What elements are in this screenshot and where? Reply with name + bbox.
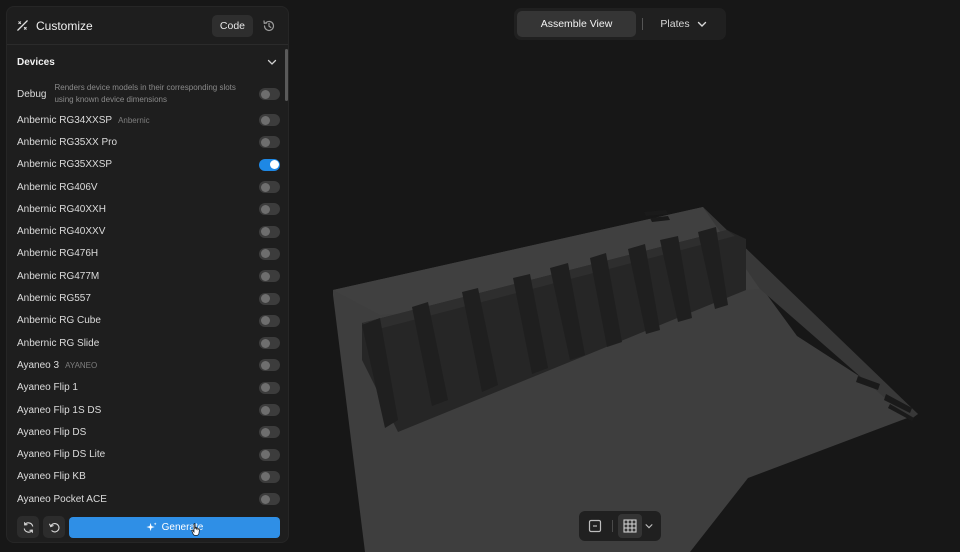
- grid-toggle-button[interactable]: [618, 514, 642, 538]
- device-row: Ayaneo Flip 1S DS: [7, 399, 288, 421]
- debug-row: Debug Renders device models in their cor…: [7, 79, 288, 109]
- chevron-down-icon: [697, 21, 706, 27]
- device-row: Anbernic RG34XXSP Anbernic: [7, 109, 288, 131]
- device-toggle[interactable]: [259, 448, 280, 461]
- device-label: Ayaneo 3: [17, 359, 60, 371]
- section-title: Devices: [17, 56, 55, 68]
- device-row: Ayaneo Flip KB: [7, 466, 288, 488]
- device-toggle[interactable]: [259, 136, 280, 149]
- device-list-scroll[interactable]: Devices Debug Renders device models in t…: [7, 45, 288, 510]
- chevron-down-icon: [267, 59, 277, 65]
- code-button[interactable]: Code: [211, 14, 253, 37]
- device-label: Ayaneo Flip 1: [17, 382, 78, 394]
- device-label: Anbernic RG Cube: [17, 315, 101, 327]
- debug-toggle[interactable]: [259, 88, 280, 100]
- device-row: Anbernic RG Cube: [7, 310, 288, 332]
- device-row: Anbernic RG477M: [7, 265, 288, 287]
- device-toggle[interactable]: [259, 203, 280, 216]
- assemble-view-tab[interactable]: Assemble View: [517, 11, 636, 37]
- scrollbar-thumb[interactable]: [285, 49, 288, 101]
- debug-description: Renders device models in their correspon…: [54, 83, 236, 104]
- sparkle-icon: [146, 521, 157, 531]
- device-row: Ayaneo Pocket ACE: [7, 488, 288, 510]
- panel-header: Customize Code: [7, 7, 288, 45]
- device-toggle[interactable]: [259, 404, 280, 416]
- device-label: Anbernic RG406V: [17, 181, 98, 193]
- device-row: Ayaneo 3 AYANEO: [7, 354, 288, 376]
- device-toggle[interactable]: [259, 359, 280, 372]
- refresh-button[interactable]: [17, 516, 39, 538]
- device-toggle[interactable]: [259, 426, 280, 439]
- hand-cursor-icon: [191, 522, 200, 536]
- refresh-icon: [23, 521, 33, 533]
- device-row: Anbernic RG35XXSP: [7, 154, 288, 176]
- device-toggle[interactable]: [259, 381, 280, 394]
- fit-view-button[interactable]: [583, 514, 607, 538]
- device-label: Anbernic RG35XX Pro: [17, 136, 118, 148]
- device-toggle[interactable]: [259, 225, 280, 238]
- device-label: Anbernic RG557: [17, 293, 91, 305]
- device-row: Anbernic RG406V: [7, 176, 288, 198]
- device-toggle[interactable]: [259, 314, 280, 327]
- device-label: Ayaneo Flip 1S DS: [17, 404, 102, 416]
- device-row: Anbernic RG557: [7, 287, 288, 309]
- device-label: Anbernic RG34XXSP: [17, 114, 113, 126]
- device-row: Ayaneo Flip DS Lite: [7, 443, 288, 465]
- reset-icon: [48, 522, 60, 532]
- device-label: Ayaneo Flip KB: [17, 471, 86, 483]
- device-brand: Anbernic: [118, 115, 150, 125]
- history-icon: [263, 19, 275, 31]
- device-brand: AYANEO: [65, 360, 98, 370]
- customize-panel: Customize Code Devices Debug Renders dev…: [6, 6, 289, 543]
- device-toggle[interactable]: [259, 470, 280, 483]
- device-label: Anbernic RG476H: [17, 248, 99, 260]
- frame-icon: [588, 519, 602, 533]
- history-button[interactable]: [258, 15, 280, 37]
- plates-dropdown[interactable]: Plates: [649, 11, 719, 37]
- device-row: Anbernic RG Slide: [7, 332, 288, 354]
- device-row: Ayaneo Flip 1: [7, 377, 288, 399]
- plates-label: Plates: [660, 18, 690, 30]
- device-label: Anbernic RG40XXV: [17, 226, 106, 238]
- device-row: Anbernic RG35XX Pro: [7, 131, 288, 153]
- reset-button[interactable]: [43, 516, 65, 538]
- device-label: Ayaneo Flip DS: [17, 426, 87, 438]
- device-toggle[interactable]: [259, 292, 280, 305]
- device-toggle[interactable]: [259, 337, 280, 350]
- device-label: Anbernic RG40XXH: [17, 203, 106, 215]
- customize-icon: [17, 20, 28, 31]
- generate-button[interactable]: Generate: [69, 516, 280, 538]
- device-toggle[interactable]: [259, 181, 280, 194]
- device-label: Anbernic RG477M: [17, 270, 100, 282]
- device-label: Ayaneo Flip DS Lite: [17, 449, 106, 461]
- assemble-view-label: Assemble View: [540, 18, 613, 30]
- divider: [612, 520, 613, 532]
- debug-label: Debug: [17, 88, 47, 100]
- device-toggle[interactable]: [259, 158, 280, 171]
- device-list: Anbernic RG34XXSP Anbernic Anbernic RG35XX…: [7, 109, 288, 510]
- grid-options-dropdown[interactable]: [642, 514, 656, 538]
- code-button-label: Code: [219, 19, 245, 32]
- device-row: Ayaneo Flip DS: [7, 421, 288, 443]
- divider: [642, 18, 643, 30]
- device-row: Anbernic RG40XXV: [7, 220, 288, 242]
- view-switcher: Assemble View Plates: [514, 8, 726, 40]
- device-toggle[interactable]: [259, 247, 280, 260]
- device-toggle[interactable]: [259, 493, 280, 506]
- device-row: Anbernic RG476H: [7, 243, 288, 265]
- device-toggle[interactable]: [259, 270, 280, 283]
- device-label: Anbernic RG35XXSP: [17, 159, 113, 171]
- device-row: Anbernic RG40XXH: [7, 198, 288, 220]
- chevron-down-icon: [645, 524, 653, 529]
- viewport-toolbar: [579, 511, 661, 541]
- device-toggle[interactable]: [259, 114, 280, 127]
- panel-footer: Generate: [7, 510, 288, 542]
- device-label: Ayaneo Pocket ACE: [17, 493, 107, 505]
- grid-icon: [623, 519, 637, 533]
- devices-section-header[interactable]: Devices: [7, 45, 288, 79]
- panel-title: Customize: [36, 18, 93, 33]
- device-label: Anbernic RG Slide: [17, 337, 100, 349]
